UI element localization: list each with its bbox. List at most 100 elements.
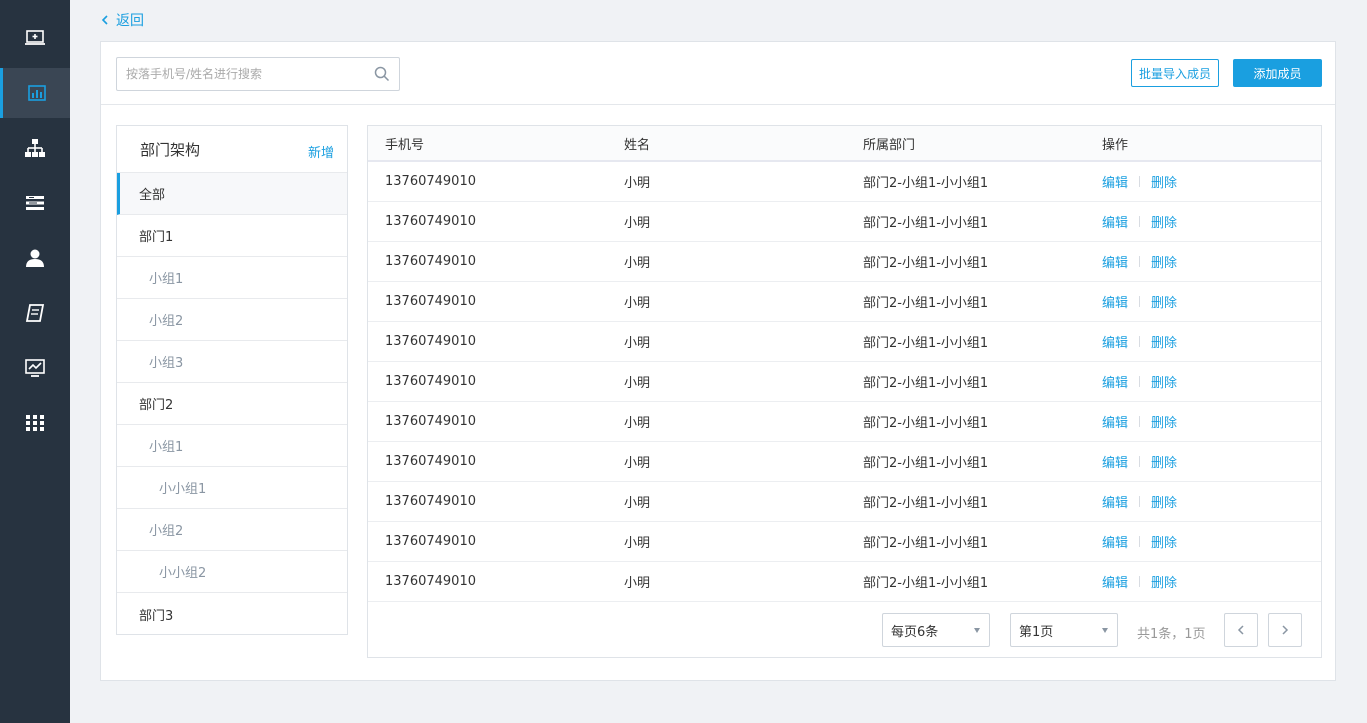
- delete-link[interactable]: 删除: [1151, 372, 1177, 391]
- search-box: [116, 57, 400, 91]
- nav-item-grid-apps[interactable]: [0, 398, 70, 448]
- cell-actions: 编辑 删除: [1085, 332, 1321, 351]
- table-row: 13760749010 小明 部门2-小组1-小小组1 编辑 删除: [368, 362, 1321, 402]
- edit-link[interactable]: 编辑: [1102, 212, 1128, 231]
- cell-name: 小明: [624, 576, 651, 591]
- dept-title: 部门架构: [140, 141, 201, 159]
- page-number-select[interactable]: 第1页: [1010, 613, 1118, 647]
- table-row: 13760749010 小明 部门2-小组1-小小组1 编辑 删除: [368, 442, 1321, 482]
- action-divider: [1139, 416, 1141, 427]
- cell-actions: 编辑 删除: [1085, 412, 1321, 431]
- bar-chart-icon: [27, 85, 46, 101]
- delete-link[interactable]: 删除: [1151, 452, 1177, 471]
- delete-link[interactable]: 删除: [1151, 292, 1177, 311]
- cell-name: 小明: [624, 216, 651, 231]
- cell-name: 小明: [624, 376, 651, 391]
- action-divider: [1139, 256, 1141, 267]
- cell-phone: 13760749010: [385, 294, 476, 309]
- cell-phone: 13760749010: [385, 174, 476, 189]
- cell-dept: 部门2-小组1-小小组1: [863, 216, 989, 231]
- chevron-left-icon: [1237, 625, 1244, 635]
- member-table: 手机号 姓名 所属部门 操作 13760749010 小明 部门2-小组1-小小组1…: [367, 125, 1322, 658]
- dept-item[interactable]: 部门2: [117, 383, 347, 425]
- search-input[interactable]: [117, 58, 367, 90]
- cell-name: 小明: [624, 256, 651, 271]
- dept-item[interactable]: 小组2: [117, 299, 347, 341]
- dept-item[interactable]: 小小组1: [117, 467, 347, 509]
- cell-dept: 部门2-小组1-小小组1: [863, 256, 989, 271]
- dept-panel: 部门架构 新增 全部 部门1 小组1 小组2 小组3 部门2 小组1 小小组1 小组2 小小组2 部…: [116, 125, 348, 635]
- action-divider: [1139, 176, 1141, 187]
- cell-name: 小明: [624, 176, 651, 191]
- edit-link[interactable]: 编辑: [1102, 572, 1128, 591]
- prev-page-button[interactable]: [1224, 613, 1258, 647]
- edit-link[interactable]: 编辑: [1102, 252, 1128, 271]
- next-page-button[interactable]: [1268, 613, 1302, 647]
- table-row: 13760749010 小明 部门2-小组1-小小组1 编辑 删除: [368, 242, 1321, 282]
- nav-item-book[interactable]: [0, 288, 70, 338]
- delete-link[interactable]: 删除: [1151, 412, 1177, 431]
- delete-link[interactable]: 删除: [1151, 572, 1177, 591]
- nav-item-bar-chart[interactable]: [0, 68, 70, 118]
- sidebar: [0, 0, 70, 723]
- dept-item[interactable]: 部门1: [117, 215, 347, 257]
- dept-item[interactable]: 小组2: [117, 509, 347, 551]
- cell-actions: 编辑 删除: [1085, 252, 1321, 271]
- cell-dept: 部门2-小组1-小小组1: [863, 456, 989, 471]
- cell-name: 小明: [624, 416, 651, 431]
- add-member-button[interactable]: 添加成员: [1233, 59, 1322, 87]
- nav-item-list[interactable]: [0, 178, 70, 228]
- dept-item[interactable]: 小组3: [117, 341, 347, 383]
- dept-item[interactable]: 部门3: [117, 593, 347, 635]
- book-icon: [25, 304, 45, 322]
- edit-link[interactable]: 编辑: [1102, 492, 1128, 511]
- nav-item-monitor-chart[interactable]: [0, 343, 70, 393]
- cell-dept: 部门2-小组1-小小组1: [863, 536, 989, 551]
- dept-add-link[interactable]: 新增: [308, 142, 334, 161]
- nav-item-monitor-add[interactable]: [0, 13, 70, 63]
- page-size-select[interactable]: 每页6条: [882, 613, 990, 647]
- delete-link[interactable]: 删除: [1151, 332, 1177, 351]
- edit-link[interactable]: 编辑: [1102, 532, 1128, 551]
- nav-item-user[interactable]: [0, 233, 70, 283]
- pagination: 每页6条 第1页 共1条，1页: [368, 603, 1321, 657]
- dept-header: 部门架构 新增: [117, 126, 347, 173]
- edit-link[interactable]: 编辑: [1102, 452, 1128, 471]
- cell-phone: 13760749010: [385, 454, 476, 469]
- action-divider: [1139, 576, 1141, 587]
- toolbar: 批量导入成员 添加成员: [101, 42, 1335, 105]
- cell-actions: 编辑 删除: [1085, 532, 1321, 551]
- back-label: 返回: [116, 13, 144, 29]
- delete-link[interactable]: 删除: [1151, 532, 1177, 551]
- edit-link[interactable]: 编辑: [1102, 412, 1128, 431]
- back-link[interactable]: 返回: [98, 10, 144, 30]
- action-divider: [1139, 456, 1141, 467]
- batch-import-button[interactable]: 批量导入成员: [1131, 59, 1219, 87]
- cell-dept: 部门2-小组1-小小组1: [863, 496, 989, 511]
- edit-link[interactable]: 编辑: [1102, 372, 1128, 391]
- search-icon[interactable]: [374, 66, 390, 82]
- user-icon: [26, 249, 44, 267]
- chevron-right-icon: [1282, 625, 1289, 635]
- action-divider: [1139, 496, 1141, 507]
- edit-link[interactable]: 编辑: [1102, 172, 1128, 191]
- edit-link[interactable]: 编辑: [1102, 332, 1128, 351]
- cell-phone: 13760749010: [385, 254, 476, 269]
- dept-item[interactable]: 小组1: [117, 257, 347, 299]
- cell-phone: 13760749010: [385, 414, 476, 429]
- monitor-chart-icon: [25, 359, 45, 377]
- cell-actions: 编辑 删除: [1085, 212, 1321, 231]
- cell-name: 小明: [624, 456, 651, 471]
- delete-link[interactable]: 删除: [1151, 212, 1177, 231]
- delete-link[interactable]: 删除: [1151, 252, 1177, 271]
- cell-dept: 部门2-小组1-小小组1: [863, 416, 989, 431]
- dept-item[interactable]: 全部: [117, 173, 347, 215]
- delete-link[interactable]: 删除: [1151, 172, 1177, 191]
- dept-item[interactable]: 小小组2: [117, 551, 347, 593]
- table-row: 13760749010 小明 部门2-小组1-小小组1 编辑 删除: [368, 162, 1321, 202]
- delete-link[interactable]: 删除: [1151, 492, 1177, 511]
- edit-link[interactable]: 编辑: [1102, 292, 1128, 311]
- nav-item-org-tree[interactable]: [0, 123, 70, 173]
- monitor-add-icon: [25, 30, 45, 45]
- dept-item[interactable]: 小组1: [117, 425, 347, 467]
